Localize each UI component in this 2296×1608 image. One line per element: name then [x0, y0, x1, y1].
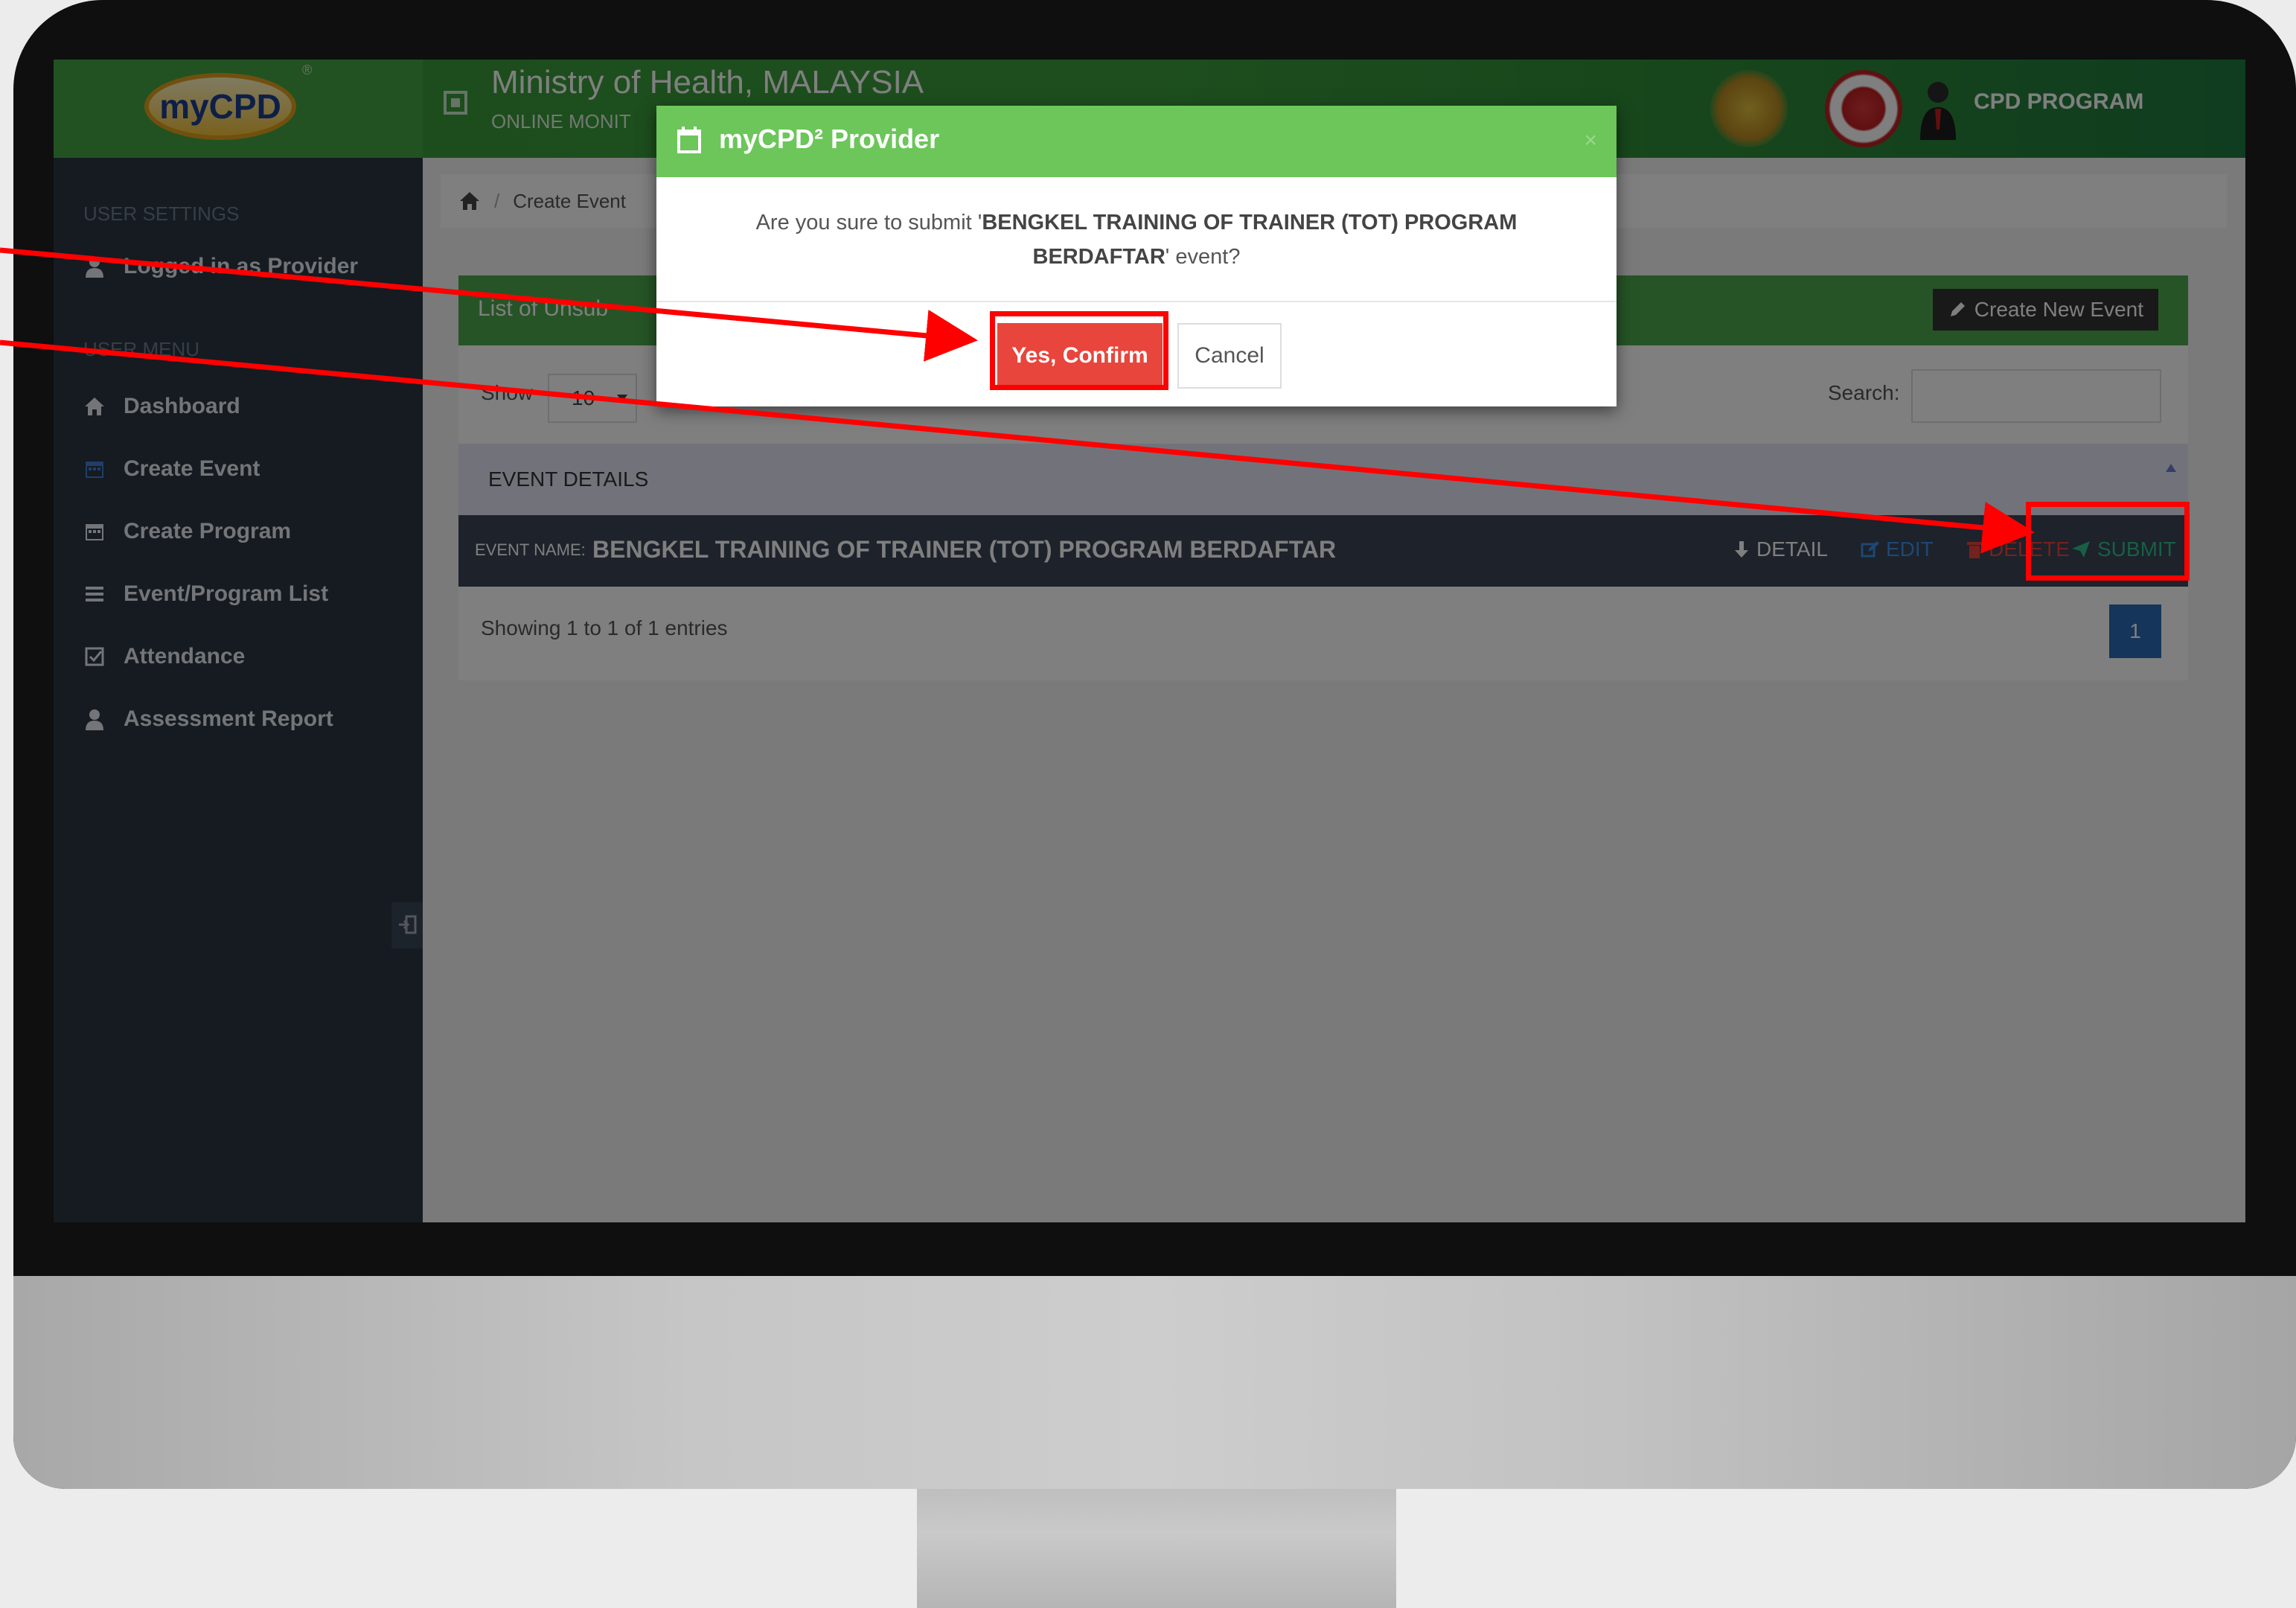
close-icon[interactable]: × — [1584, 128, 1597, 153]
app-screen: myCPD ® Ministry of Health, MALAYSIA ONL… — [54, 60, 2245, 1222]
monitor-chin — [13, 1276, 2296, 1489]
dialog-message-prefix: Are you sure to submit ' — [755, 211, 982, 234]
submit-highlight-box — [2026, 502, 2190, 581]
monitor-frame: myCPD ® Ministry of Health, MALAYSIA ONL… — [13, 0, 2296, 1489]
dialog-message: Are you sure to submit 'BENGKEL TRAINING… — [686, 205, 1587, 274]
dialog-divider — [656, 301, 1617, 302]
dialog-title: myCPD² Provider — [719, 124, 940, 154]
dialog-message-event: BENGKEL TRAINING OF TRAINER (TOT) PROGRA… — [982, 211, 1518, 269]
monitor-stand — [917, 1481, 1396, 1608]
dialog-message-suffix: ' event? — [1165, 245, 1241, 269]
cancel-button[interactable]: Cancel — [1177, 323, 1282, 389]
confirm-highlight-box — [990, 311, 1168, 390]
dialog-header: myCPD² Provider × — [656, 106, 1617, 177]
calendar-icon — [677, 127, 701, 153]
